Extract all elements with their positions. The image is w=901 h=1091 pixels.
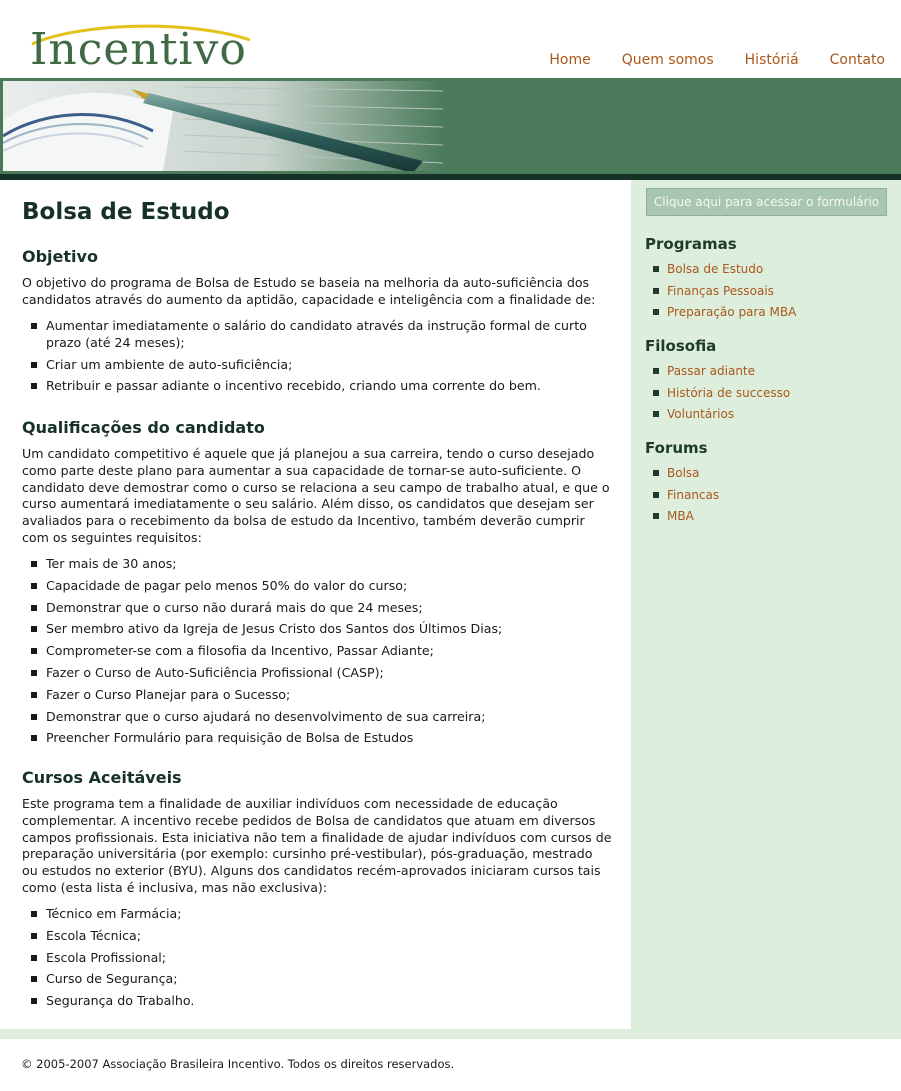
sidebar-link-financas-pessoais[interactable]: Finanças Pessoais (653, 284, 796, 306)
sidebar-list-filosofia: Passar adiante História de successo Volu… (653, 364, 790, 429)
list-item: Preencher Formulário para requisição de … (31, 730, 612, 752)
sidebar-list-programas: Bolsa de Estudo Finanças Pessoais Prepar… (653, 262, 796, 327)
footer-copyright: © 2005-2007 Associação Brasileira Incent… (21, 1057, 455, 1071)
nav-historia[interactable]: Históriá (745, 52, 799, 68)
section-heading-cursos: Cursos Aceitáveis (22, 768, 182, 787)
list-item: Ser membro ativo da Igreja de Jesus Cris… (31, 621, 612, 643)
list-item: Técnico em Farmácia; (31, 906, 612, 928)
page-title: Bolsa de Estudo (22, 199, 230, 225)
sidebar-heading-forums: Forums (645, 439, 708, 457)
sidebar-link-forum-financas[interactable]: Financas (653, 488, 719, 510)
list-item: Demonstrar que o curso ajudará no desenv… (31, 709, 612, 731)
sidebar-link-voluntarios[interactable]: Voluntários (653, 407, 790, 429)
nav-contato[interactable]: Contato (830, 52, 885, 68)
list-item: Criar um ambiente de auto-suficiência; (31, 357, 612, 374)
section-text-cursos: Este programa tem a finalidade de auxili… (22, 796, 612, 895)
section-heading-qualificacoes: Qualificações do candidato (22, 418, 265, 437)
requisitos-list: Ter mais de 30 anos; Capacidade de pagar… (31, 556, 612, 752)
form-access-button[interactable]: Clique aqui para acessar o formulário (646, 188, 887, 216)
header-banner (0, 78, 901, 174)
sidebar-link-forum-bolsa[interactable]: Bolsa (653, 466, 719, 488)
objetivo-list: Aumentar imediatamente o salário do cand… (31, 318, 612, 395)
incentivo-logo[interactable]: Incentivo (22, 22, 262, 78)
list-item: Comprometer-se com a filosofia da Incent… (31, 643, 612, 665)
sidebar-link-historia-de-sucesso[interactable]: História de successo (653, 386, 790, 408)
logo-text: Incentivo (30, 24, 247, 75)
section-heading-objetivo: Objetivo (22, 247, 98, 266)
list-item: Ter mais de 30 anos; (31, 556, 612, 578)
sidebar-heading-filosofia: Filosofia (645, 337, 717, 355)
sidebar: Clique aqui para acessar o formulário Pr… (631, 180, 901, 1029)
list-item: Segurança do Trabalho. (31, 993, 612, 1015)
sidebar-link-preparacao-mba[interactable]: Preparação para MBA (653, 305, 796, 327)
list-item: Curso de Segurança; (31, 971, 612, 993)
sidebar-link-forum-mba[interactable]: MBA (653, 509, 719, 531)
list-item: Fazer o Curso de Auto-Suficiência Profis… (31, 665, 612, 687)
top-navigation: Home Quem somos Históriá Contato (518, 52, 885, 68)
nav-home[interactable]: Home (549, 52, 590, 68)
sidebar-link-bolsa-de-estudo[interactable]: Bolsa de Estudo (653, 262, 796, 284)
site-header: Incentivo Home Quem somos Históriá Conta… (0, 0, 901, 78)
list-item: Aumentar imediatamente o salário do cand… (31, 318, 612, 352)
list-item: Escola Técnica; (31, 928, 612, 950)
section-text-objetivo: O objetivo do programa de Bolsa de Estud… (22, 275, 596, 307)
list-item: Capacidade de pagar pelo menos 50% do va… (31, 578, 612, 600)
list-item: Retribuir e passar adiante o incentivo r… (31, 378, 612, 395)
sidebar-link-passar-adiante[interactable]: Passar adiante (653, 364, 790, 386)
nav-quem-somos[interactable]: Quem somos (622, 52, 714, 68)
cursos-list: Técnico em Farmácia; Escola Técnica; Esc… (31, 906, 612, 1015)
section-text-qualificacoes: Um candidato competitivo é aquele que já… (22, 446, 610, 545)
list-item: Fazer o Curso Planejar para o Sucesso; (31, 687, 612, 709)
sidebar-heading-programas: Programas (645, 235, 737, 253)
footer-divider (0, 1029, 901, 1039)
pen-and-notebook-image (3, 81, 443, 171)
list-item: Escola Profissional; (31, 950, 612, 972)
list-item: Demonstrar que o curso não durará mais d… (31, 600, 612, 622)
sidebar-list-forums: Bolsa Financas MBA (653, 466, 719, 531)
